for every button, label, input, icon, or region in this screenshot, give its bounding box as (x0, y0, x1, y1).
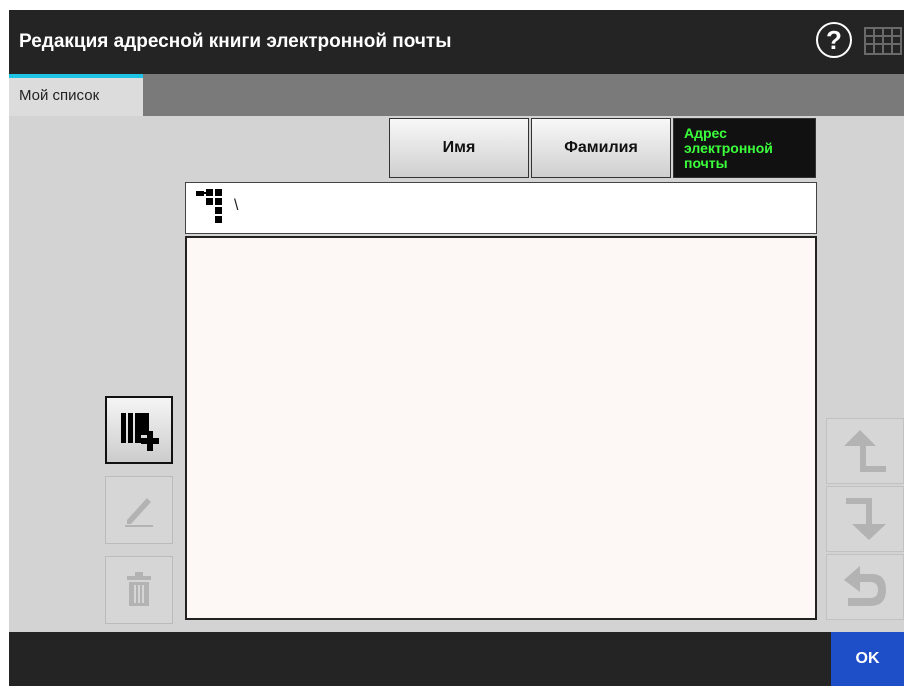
edit-pencil-icon (125, 498, 153, 527)
arrow-up-icon (844, 430, 886, 472)
current-path: \ (234, 197, 239, 214)
page-title: Редакция адресной книги электронной почт… (19, 31, 452, 52)
add-entry-button[interactable] (105, 396, 173, 464)
sort-by-surname-button[interactable]: Фамилия (531, 118, 671, 178)
edit-entry-button[interactable] (105, 476, 173, 544)
sort-by-name-button[interactable]: Имя (389, 118, 529, 178)
trash-icon (127, 572, 151, 606)
folder-tree-icon (196, 189, 222, 223)
tab-my-list[interactable]: Мой список (9, 74, 143, 116)
help-icon: ? (826, 25, 842, 55)
surname-column-label: Фамилия (564, 139, 638, 156)
delete-entry-button[interactable] (105, 556, 173, 624)
title-bar: Редакция адресной книги электронной почт… (9, 10, 904, 74)
address-book-panel: Имя Фамилия Адрес электронной почты \ (9, 116, 904, 632)
address-list[interactable] (185, 236, 817, 620)
move-up-button[interactable] (826, 418, 904, 484)
back-icon (844, 566, 886, 606)
back-button[interactable] (826, 554, 904, 620)
keyboard-button[interactable] (862, 22, 904, 60)
sort-by-email-button[interactable]: Адрес электронной почты (673, 118, 816, 178)
move-down-button[interactable] (826, 486, 904, 552)
keyboard-icon (864, 27, 902, 55)
ok-button[interactable]: OK (831, 632, 904, 686)
add-entry-icon (121, 413, 159, 451)
name-column-label: Имя (442, 139, 476, 156)
footer-bar: OK (9, 632, 904, 686)
path-bar[interactable]: \ (185, 182, 817, 234)
arrow-down-icon (846, 498, 886, 540)
email-column-label: Адрес электронной почты (684, 124, 773, 171)
tab-bar: Мой список (9, 74, 904, 116)
help-button[interactable]: ? (816, 22, 852, 58)
